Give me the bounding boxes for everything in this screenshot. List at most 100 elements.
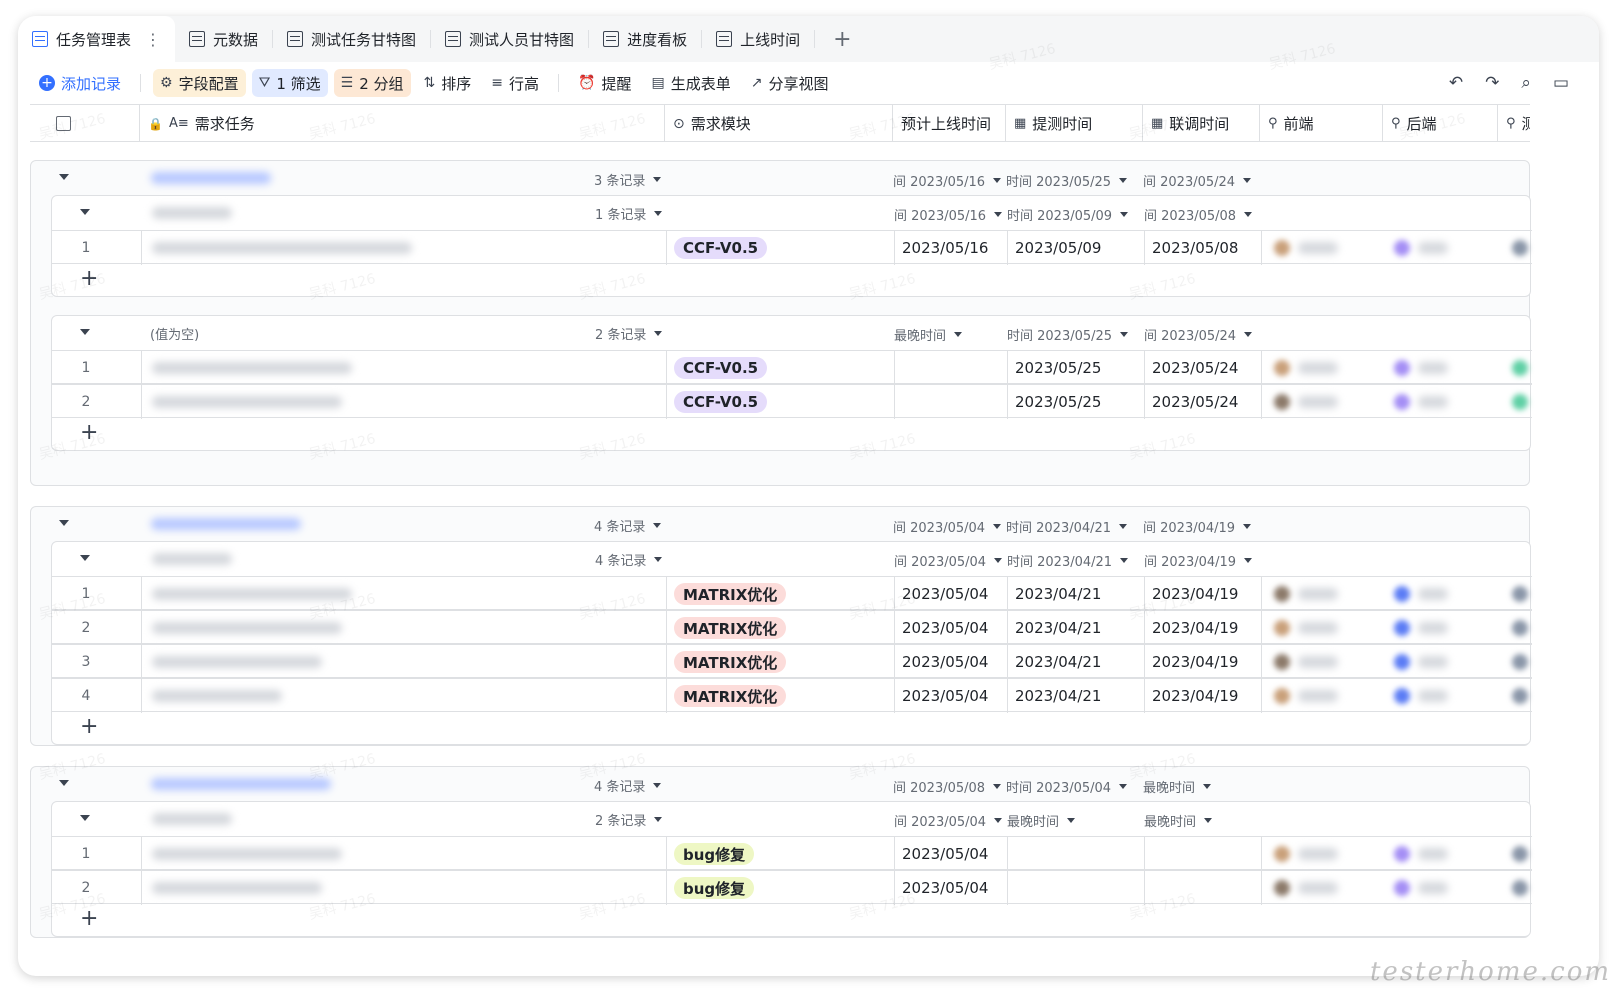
- joint-date-cell[interactable]: 2023/05/24: [1152, 351, 1262, 385]
- subgroup-record-count[interactable]: 1 条记录: [595, 204, 663, 223]
- group-record-count[interactable]: 3 条记录: [594, 170, 662, 189]
- row-height-button[interactable]: ≡ 行高: [484, 69, 546, 97]
- subgroup-submit-summary[interactable]: 时间 2023/05/09: [1007, 205, 1129, 224]
- subgroup-joint-summary[interactable]: 间 2023/04/19: [1144, 551, 1253, 570]
- release-date-cell[interactable]: 2023/05/04: [902, 645, 1012, 679]
- subgroup-record-count[interactable]: 2 条记录: [595, 810, 663, 829]
- submit-date-cell[interactable]: 2023/04/21: [1015, 679, 1125, 713]
- sort-button[interactable]: ⇅ 排序: [417, 69, 479, 97]
- subgroup-release-summary[interactable]: 间 2023/05/04: [894, 551, 1003, 570]
- submit-date-cell[interactable]: [1015, 871, 1125, 905]
- release-date-cell[interactable]: 2023/05/04: [902, 679, 1012, 713]
- submit-date-cell[interactable]: 2023/04/21: [1015, 645, 1125, 679]
- redo-icon[interactable]: ↷: [1485, 73, 1499, 93]
- joint-date-cell[interactable]: 2023/04/19: [1152, 679, 1262, 713]
- column-header-submit[interactable]: ▦ 提测时间: [1005, 105, 1142, 142]
- subgroup-submit-summary[interactable]: 最晚时间: [1007, 811, 1076, 830]
- subgroup-joint-summary[interactable]: 间 2023/05/24: [1144, 325, 1253, 344]
- group-submit-summary[interactable]: 时间 2023/05/04: [1006, 777, 1128, 796]
- table-row[interactable]: 1 MATRIX优化 2023/05/04 2023/04/21 2023/04/19: [52, 576, 1532, 611]
- release-date-cell[interactable]: 2023/05/16: [902, 231, 1012, 265]
- module-cell[interactable]: bug修复: [674, 837, 894, 871]
- tab-test-gantt[interactable]: 测试任务甘特图: [273, 16, 430, 62]
- submit-date-cell[interactable]: 2023/04/21: [1015, 577, 1125, 611]
- subgroup-release-summary[interactable]: 间 2023/05/16: [894, 205, 1003, 224]
- table-row[interactable]: 4 MATRIX优化 2023/05/04 2023/04/21 2023/04/19: [52, 678, 1532, 713]
- add-row-icon[interactable]: +: [80, 714, 98, 739]
- column-header-test[interactable]: ⚲ 测: [1497, 105, 1530, 142]
- tab-tester-gantt[interactable]: 测试人员甘特图: [431, 16, 588, 62]
- submit-date-cell[interactable]: 2023/05/25: [1015, 385, 1125, 419]
- release-date-cell[interactable]: 2023/05/04: [902, 577, 1012, 611]
- subgroup-release-summary[interactable]: 最晚时间: [894, 325, 963, 344]
- joint-date-cell[interactable]: 2023/04/19: [1152, 611, 1262, 645]
- group-record-count[interactable]: 4 条记录: [594, 776, 662, 795]
- group-submit-summary[interactable]: 时间 2023/04/21: [1006, 517, 1128, 536]
- joint-date-cell[interactable]: 2023/05/08: [1152, 231, 1262, 265]
- release-date-cell[interactable]: 2023/05/04: [902, 837, 1012, 871]
- collapse-subgroup-icon[interactable]: [80, 209, 90, 215]
- group-release-summary[interactable]: 间 2023/05/08: [893, 777, 1002, 796]
- subgroup-joint-summary[interactable]: 间 2023/05/08: [1144, 205, 1253, 224]
- filter-button[interactable]: ⛛ 1 筛选: [251, 69, 328, 97]
- release-date-cell[interactable]: 2023/05/04: [902, 871, 1012, 905]
- release-date-cell[interactable]: [902, 351, 1012, 385]
- group-joint-summary[interactable]: 间 2023/04/19: [1143, 517, 1252, 536]
- search-icon[interactable]: ⌕: [1521, 73, 1531, 93]
- comment-icon[interactable]: ▭: [1553, 73, 1569, 93]
- table-row[interactable]: 2 CCF-V0.5 2023/05/25 2023/05/24: [52, 384, 1532, 419]
- table-row[interactable]: 3 MATRIX优化 2023/05/04 2023/04/21 2023/04/19: [52, 644, 1532, 679]
- add-record-button[interactable]: + 添加记录: [32, 69, 128, 97]
- collapse-subgroup-icon[interactable]: [80, 329, 90, 335]
- group-joint-summary[interactable]: 最晚时间: [1143, 777, 1212, 796]
- module-cell[interactable]: CCF-V0.5: [674, 351, 894, 385]
- undo-icon[interactable]: ↶: [1449, 73, 1463, 93]
- module-cell[interactable]: MATRIX优化: [674, 679, 894, 713]
- subgroup-submit-summary[interactable]: 时间 2023/05/25: [1007, 325, 1129, 344]
- subgroup-submit-summary[interactable]: 时间 2023/04/21: [1007, 551, 1129, 570]
- collapse-subgroup-icon[interactable]: [80, 555, 90, 561]
- submit-date-cell[interactable]: 2023/05/09: [1015, 231, 1125, 265]
- collapse-group-icon[interactable]: [59, 780, 69, 786]
- tab-release-time[interactable]: 上线时间: [702, 16, 814, 62]
- remind-button[interactable]: ⏰ 提醒: [571, 69, 638, 97]
- subgroup-release-summary[interactable]: 间 2023/05/04: [894, 811, 1003, 830]
- group-release-summary[interactable]: 间 2023/05/16: [893, 171, 1002, 190]
- submit-date-cell[interactable]: 2023/05/25: [1015, 351, 1125, 385]
- share-view-button[interactable]: ↗ 分享视图: [744, 69, 836, 97]
- group-record-count[interactable]: 4 条记录: [594, 516, 662, 535]
- generate-form-button[interactable]: ▤ 生成表单: [645, 69, 738, 97]
- subgroup-joint-summary[interactable]: 最晚时间: [1144, 811, 1213, 830]
- joint-date-cell[interactable]: 2023/05/24: [1152, 385, 1262, 419]
- tab-kanban[interactable]: 进度看板: [589, 16, 701, 62]
- group-release-summary[interactable]: 间 2023/05/04: [893, 517, 1002, 536]
- subgroup-record-count[interactable]: 2 条记录: [595, 324, 663, 343]
- joint-date-cell[interactable]: 2023/04/19: [1152, 645, 1262, 679]
- joint-date-cell[interactable]: [1152, 837, 1262, 871]
- table-row[interactable]: 2 MATRIX优化 2023/05/04 2023/04/21 2023/04/19: [52, 610, 1532, 645]
- submit-date-cell[interactable]: [1015, 837, 1125, 871]
- table-row[interactable]: 2 bug修复 2023/05/04: [52, 870, 1532, 905]
- tab-task-table[interactable]: 任务管理表 ⋮: [18, 16, 176, 62]
- subgroup-record-count[interactable]: 4 条记录: [595, 550, 663, 569]
- add-view-button[interactable]: +: [815, 27, 869, 52]
- table-row[interactable]: 1 CCF-V0.5 2023/05/25 2023/05/24: [52, 350, 1532, 385]
- release-date-cell[interactable]: 2023/05/04: [902, 611, 1012, 645]
- field-config-button[interactable]: ⚙ 字段配置: [153, 69, 246, 97]
- module-cell[interactable]: CCF-V0.5: [674, 231, 894, 265]
- module-cell[interactable]: MATRIX优化: [674, 645, 894, 679]
- release-date-cell[interactable]: [902, 385, 1012, 419]
- column-header-frontend[interactable]: ⚲ 前端: [1259, 105, 1382, 142]
- submit-date-cell[interactable]: 2023/04/21: [1015, 611, 1125, 645]
- more-icon[interactable]: ⋮: [145, 30, 161, 49]
- tab-metadata[interactable]: 元数据: [175, 16, 272, 62]
- collapse-subgroup-icon[interactable]: [80, 815, 90, 821]
- group-submit-summary[interactable]: 时间 2023/05/25: [1006, 171, 1128, 190]
- table-row[interactable]: 1 bug修复 2023/05/04: [52, 836, 1532, 871]
- module-cell[interactable]: CCF-V0.5: [674, 385, 894, 419]
- group-button[interactable]: ☰ 2 分组: [333, 69, 411, 97]
- table-row[interactable]: 1 CCF-V0.5 2023/05/16 2023/05/09 2023/05/08: [52, 230, 1532, 265]
- collapse-group-icon[interactable]: [59, 174, 69, 180]
- collapse-group-icon[interactable]: [59, 520, 69, 526]
- group-joint-summary[interactable]: 间 2023/05/24: [1143, 171, 1252, 190]
